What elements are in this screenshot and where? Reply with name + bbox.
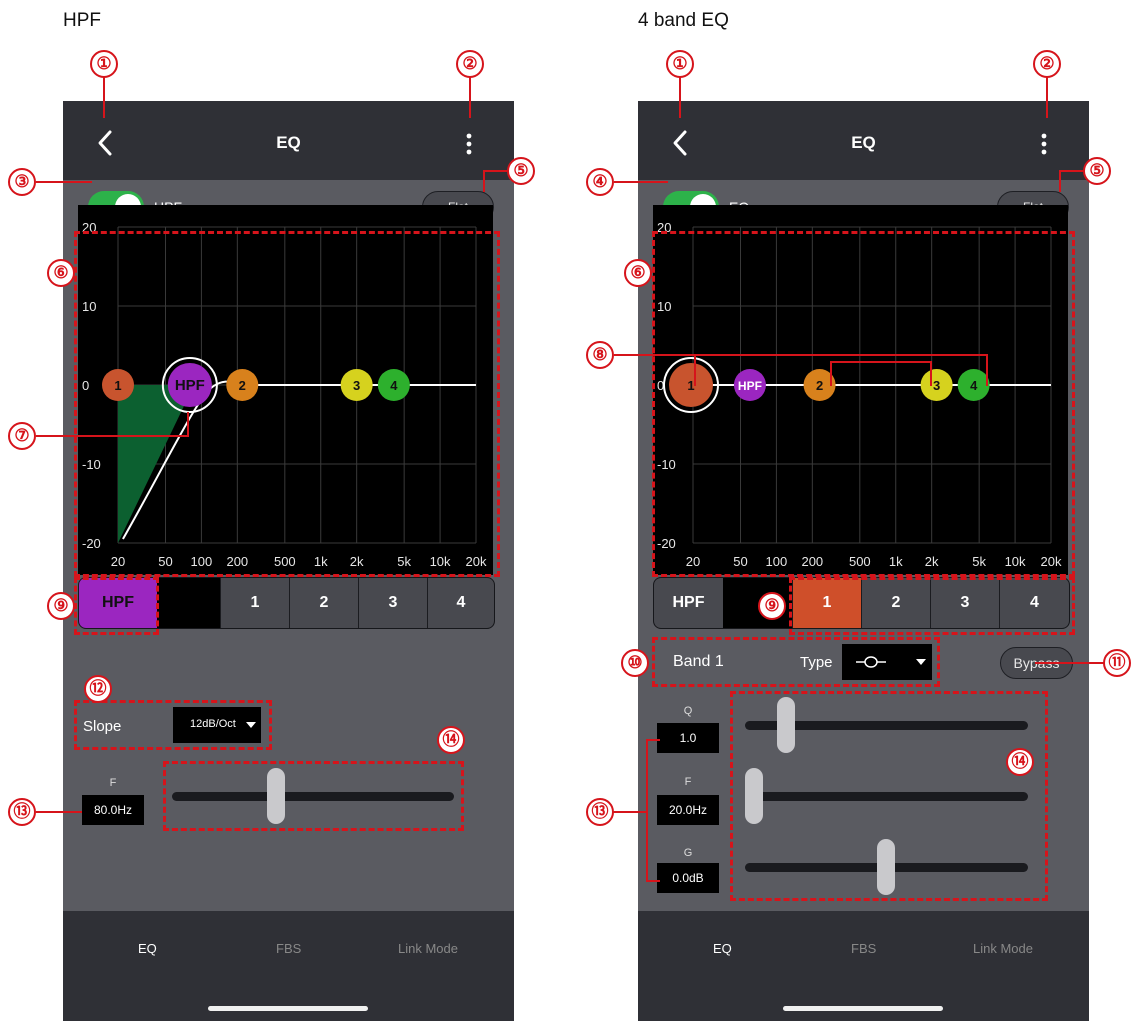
annotation-box-graph — [74, 231, 500, 577]
callout-9: ⑨ — [47, 592, 75, 620]
callout-1: ① — [90, 50, 118, 78]
callout-2: ② — [1033, 50, 1061, 78]
tab-link-mode[interactable]: Link Mode — [398, 941, 458, 956]
f-value: 80.0Hz — [82, 795, 144, 825]
tab-fbs[interactable]: FBS — [851, 941, 876, 956]
bottom-tab-bar: EQ FBS Link Mode — [63, 911, 514, 1021]
callout-1: ① — [666, 50, 694, 78]
leader-line — [1059, 170, 1061, 192]
f-value: 20.0Hz — [657, 795, 719, 825]
g-label: G — [683, 847, 693, 859]
callout-13: ⑬ — [8, 798, 36, 826]
header-bar: EQ — [638, 101, 1089, 180]
callout-14: ⑭ — [437, 726, 465, 754]
band-tab-1[interactable]: 1 — [220, 578, 289, 628]
annotation-box-graph — [652, 231, 1075, 577]
annotation-box-band-tabs — [789, 577, 1075, 635]
band-tab-3[interactable]: 3 — [358, 578, 427, 628]
annotation-box-band-hpf — [74, 577, 159, 635]
annotation-box-band-type — [652, 637, 940, 687]
callout-7: ⑦ — [8, 422, 36, 450]
leader-line — [679, 75, 681, 118]
callout-6: ⑥ — [47, 259, 75, 287]
more-menu-icon[interactable] — [1038, 132, 1050, 156]
caption-4band-eq: 4 band EQ — [638, 10, 729, 31]
callout-5: ⑤ — [1083, 157, 1111, 185]
leader-line — [646, 739, 660, 741]
bottom-tab-bar: EQ FBS Link Mode — [638, 911, 1089, 1021]
f-label: F — [109, 777, 117, 789]
callout-12: ⑫ — [84, 675, 112, 703]
callout-4: ④ — [586, 168, 614, 196]
leader-line — [187, 412, 189, 437]
page-title: EQ — [276, 133, 301, 152]
page-title: EQ — [851, 133, 876, 152]
tab-fbs[interactable]: FBS — [276, 941, 301, 956]
header-bar: EQ — [63, 101, 514, 180]
leader-line — [469, 75, 471, 118]
g-value: 0.0dB — [657, 863, 719, 893]
leader-line — [1059, 170, 1085, 172]
q-label: Q — [683, 705, 693, 717]
callout-2: ② — [456, 50, 484, 78]
leader-line — [830, 361, 832, 386]
home-indicator — [783, 1006, 943, 1011]
band-tab-2[interactable]: 2 — [289, 578, 358, 628]
callout-5: ⑤ — [507, 157, 535, 185]
caption-hpf: HPF — [63, 10, 101, 31]
callout-11: ⑪ — [1103, 649, 1131, 677]
band-tab-hpf[interactable]: HPF — [654, 578, 723, 628]
callout-3: ③ — [8, 168, 36, 196]
leader-line — [36, 811, 82, 813]
annotation-box-sliders — [730, 691, 1048, 901]
callout-8: ⑧ — [586, 341, 614, 369]
leader-line — [483, 170, 509, 172]
band-tab-4[interactable]: 4 — [427, 578, 494, 628]
tab-eq[interactable]: EQ — [713, 941, 732, 956]
callout-13: ⑬ — [586, 798, 614, 826]
leader-line — [694, 354, 696, 386]
band-tab-spacer — [157, 578, 220, 628]
callout-10: ⑩ — [621, 649, 649, 677]
leader-line — [986, 354, 988, 386]
f-label: F — [684, 776, 692, 788]
leader-line — [483, 170, 485, 192]
leader-line — [646, 880, 660, 882]
callout-14: ⑭ — [1006, 748, 1034, 776]
leader-line — [830, 361, 932, 363]
leader-line — [612, 811, 648, 813]
more-menu-icon[interactable] — [463, 132, 475, 156]
callout-6: ⑥ — [624, 259, 652, 287]
leader-line — [1046, 75, 1048, 118]
leader-line — [103, 75, 105, 118]
q-value: 1.0 — [657, 723, 719, 753]
tab-eq[interactable]: EQ — [138, 941, 157, 956]
annotation-box-slope — [74, 700, 272, 750]
leader-line — [36, 435, 189, 437]
callout-9: ⑨ — [758, 592, 786, 620]
leader-line — [36, 181, 92, 183]
leader-line — [646, 739, 648, 882]
tab-link-mode[interactable]: Link Mode — [973, 941, 1033, 956]
leader-line — [930, 361, 932, 386]
leader-line — [614, 354, 988, 356]
leader-line — [1035, 662, 1105, 664]
leader-line — [614, 181, 668, 183]
annotation-box-slider — [163, 761, 464, 831]
home-indicator — [208, 1006, 368, 1011]
